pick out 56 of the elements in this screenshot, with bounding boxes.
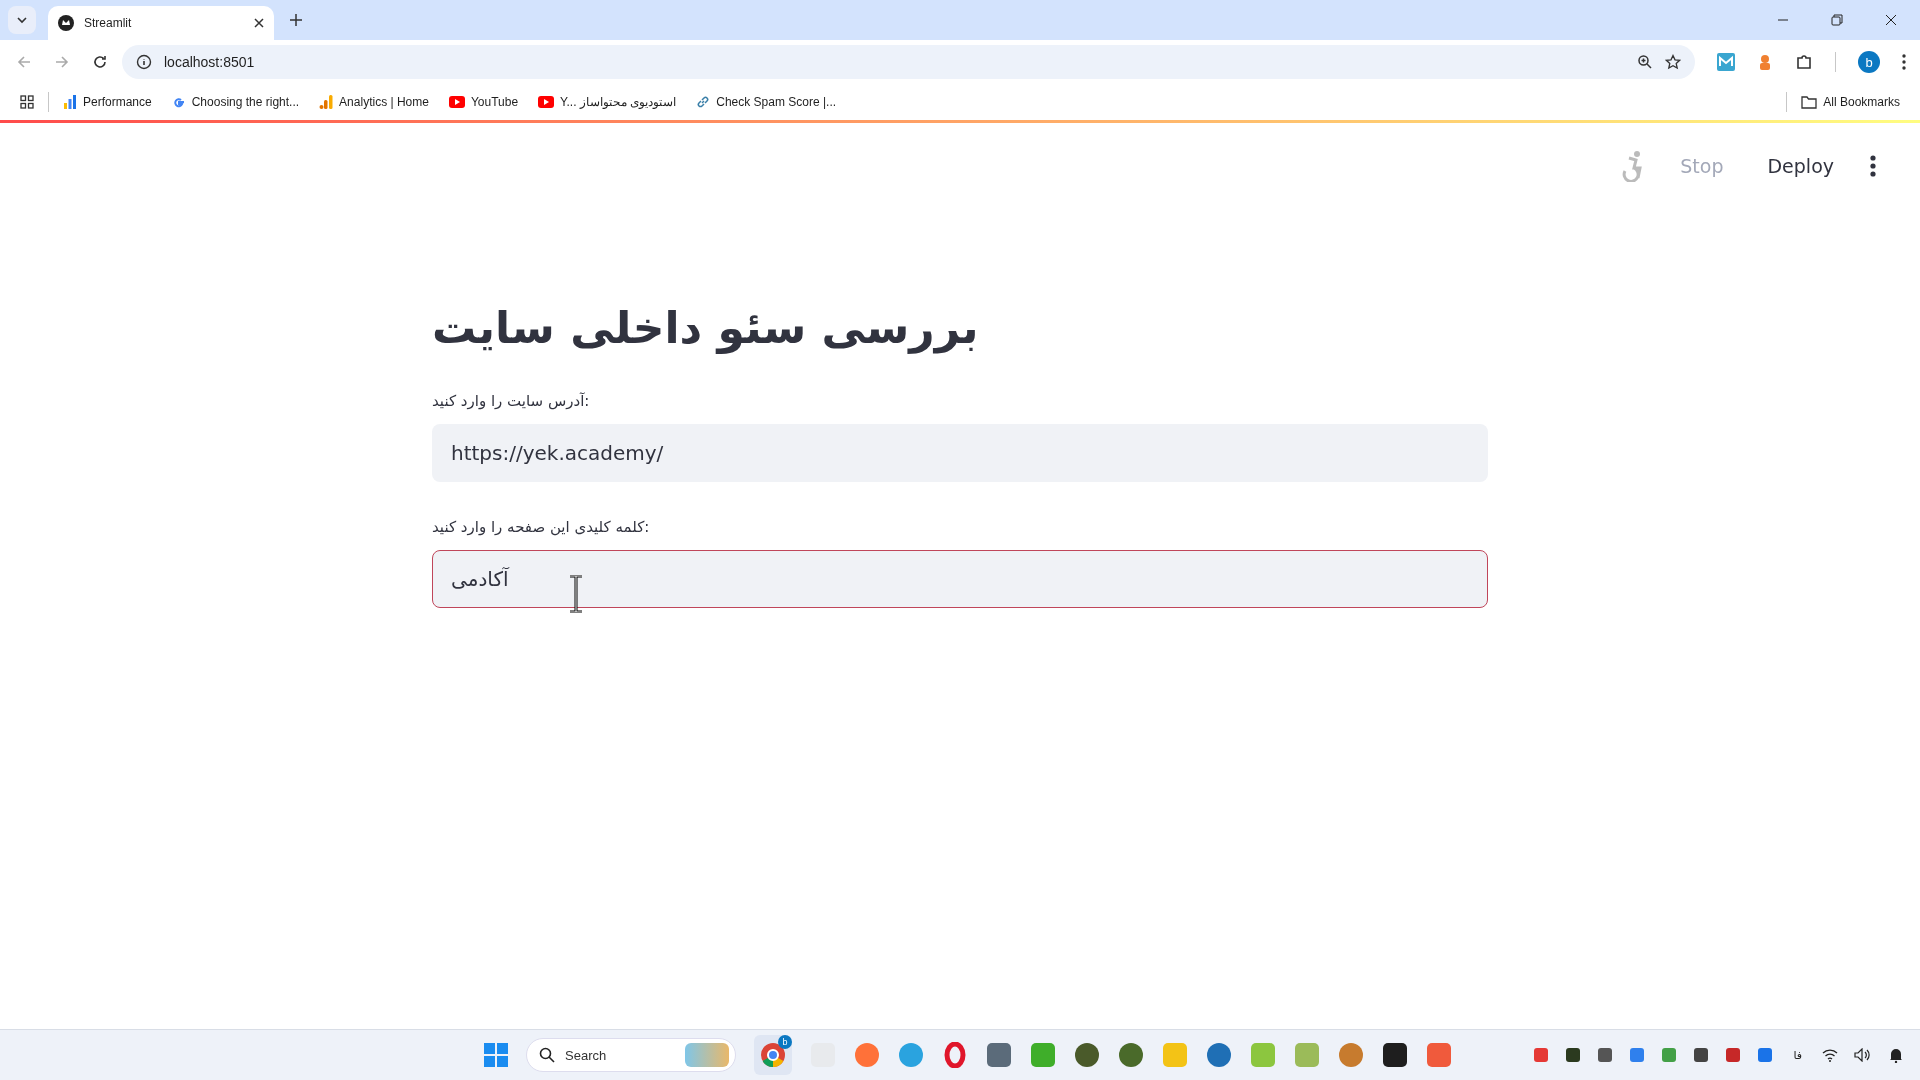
more-icon[interactable] xyxy=(1902,54,1906,70)
link-icon xyxy=(696,95,711,109)
bookmark-link[interactable]: Y... استودیوی محتواساز xyxy=(538,95,677,109)
text-input[interactable]: آکادمی xyxy=(432,550,1488,609)
bookmark-link[interactable]: Check Spam Score |... xyxy=(696,95,837,109)
text-input[interactable]: https://yek.academy/ xyxy=(432,424,1488,483)
bar-chart-icon xyxy=(319,95,334,109)
play-icon xyxy=(538,96,555,108)
field-label: کلمه کلیدی این صفحه را وارد کنید: xyxy=(432,518,650,537)
bookmark-link[interactable]: Choosing the right... xyxy=(171,95,300,109)
crown-logo-icon xyxy=(58,15,74,31)
wifi-icon[interactable] xyxy=(1822,1048,1838,1062)
address-bar[interactable]: localhost:8501 xyxy=(122,45,1695,79)
close-icon[interactable] xyxy=(254,18,264,28)
tab-title: Streamlit xyxy=(84,16,133,30)
folder-icon xyxy=(1801,95,1818,109)
tray-icon[interactable] xyxy=(1597,1047,1614,1063)
tray-icon[interactable] xyxy=(1725,1047,1742,1063)
all-bookmarks-link[interactable]: All Bookmarks xyxy=(1801,95,1900,109)
star-icon[interactable] xyxy=(1665,54,1681,70)
restore-icon[interactable] xyxy=(1831,14,1843,26)
search-icon xyxy=(539,1047,555,1063)
tab-search-button[interactable] xyxy=(8,6,36,34)
bookmark-link[interactable]: Analytics | Home xyxy=(319,95,429,109)
zoom-icon[interactable] xyxy=(1637,54,1653,70)
tray-icon[interactable] xyxy=(1565,1047,1582,1063)
bookmark-link[interactable]: Performance xyxy=(63,95,152,109)
caret-icon xyxy=(16,14,28,26)
app-icon[interactable] xyxy=(1382,1042,1408,1068)
browser-taskbar-button[interactable]: b xyxy=(754,1035,792,1075)
bell-icon[interactable] xyxy=(1888,1047,1904,1063)
text-cursor-icon xyxy=(569,575,583,614)
bar-chart-icon xyxy=(63,95,77,109)
browser-tab[interactable]: Streamlit xyxy=(48,6,274,40)
tray-icon[interactable] xyxy=(1693,1047,1710,1063)
url-text: localhost:8501 xyxy=(164,54,255,70)
speaker-icon[interactable] xyxy=(1854,1048,1872,1062)
page-title: بررسی سئو داخلی سایت xyxy=(432,301,980,356)
apps-grid-icon[interactable] xyxy=(20,95,34,109)
bookmark-link[interactable]: YouTube xyxy=(448,95,519,109)
play-icon xyxy=(448,96,465,108)
windows-logo-icon[interactable] xyxy=(484,1043,508,1067)
profile-avatar[interactable]: b xyxy=(1858,51,1880,73)
app-icon[interactable] xyxy=(1074,1042,1100,1068)
search-field[interactable]: Search xyxy=(526,1038,736,1072)
more-icon[interactable] xyxy=(1870,155,1876,177)
illustration-placeholder xyxy=(685,1043,729,1067)
google-g-icon xyxy=(171,95,186,109)
new-tab-icon[interactable] xyxy=(290,14,302,26)
close-icon[interactable] xyxy=(1885,14,1897,26)
deploy-button[interactable]: Deploy xyxy=(1759,151,1842,181)
puzzle-icon[interactable] xyxy=(1795,53,1813,71)
reload-icon[interactable] xyxy=(92,54,108,70)
field-label: آدرس سایت را وارد کنید: xyxy=(432,392,590,411)
info-icon xyxy=(136,54,152,70)
language-indicator[interactable]: فا xyxy=(1793,1048,1802,1062)
